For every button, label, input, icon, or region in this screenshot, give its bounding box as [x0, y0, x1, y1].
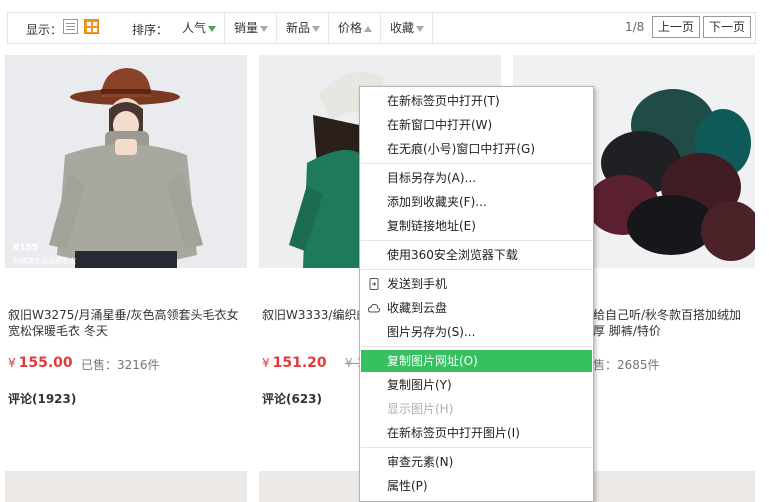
- currency-symbol: ¥: [8, 356, 16, 370]
- review-count[interactable]: 评论(1923): [8, 390, 76, 407]
- review-count[interactable]: 评论(623): [262, 390, 322, 407]
- page-indicator: 1/8: [625, 20, 645, 34]
- sort-new-label: 新品: [286, 21, 311, 35]
- menu-separator: [361, 163, 592, 164]
- prev-page-button[interactable]: 上一页: [652, 16, 701, 38]
- menu-send-to-phone[interactable]: 发送到手机: [361, 273, 592, 295]
- menu-separator: [361, 269, 592, 270]
- phone-icon: [369, 278, 379, 290]
- price-value: 151.20: [272, 355, 327, 371]
- sort-arrow-down-icon: [312, 25, 321, 32]
- sort-popularity[interactable]: 人气: [174, 13, 226, 43]
- currency-symbol: ¥: [262, 356, 270, 370]
- product-listing-page: 显示： 排序： 人气 销量 新品 价格 收藏 1/8 上一页 下一页 ¥155 …: [0, 0, 769, 502]
- menu-inspect-element[interactable]: 审查元素(N): [361, 451, 592, 473]
- sort-arrow-down-icon: [416, 25, 425, 32]
- next-page-button[interactable]: 下一页: [703, 16, 752, 38]
- image-caption: 如偶遇也请记得毛衣: [13, 257, 76, 265]
- menu-open-incognito[interactable]: 在无痕(小号)窗口中打开(G): [361, 138, 592, 160]
- sort-new[interactable]: 新品: [278, 13, 330, 43]
- list-view-icon[interactable]: [63, 19, 78, 34]
- sort-label: 排序：: [132, 23, 169, 37]
- sort-favorites[interactable]: 收藏: [382, 13, 434, 43]
- menu-add-to-favorites[interactable]: 添加到收藏夹(F)...: [361, 191, 592, 213]
- menu-separator: [361, 447, 592, 448]
- menu-open-new-tab[interactable]: 在新标签页中打开(T): [361, 90, 592, 112]
- sold-count: 售：2685件: [593, 358, 660, 372]
- product-title[interactable]: 给自己听/秋冬款百搭加绒加厚 脚裤/特价: [593, 307, 753, 339]
- sort-price[interactable]: 价格: [330, 13, 382, 43]
- menu-separator: [361, 346, 592, 347]
- menu-save-to-cloud[interactable]: 收藏到云盘: [361, 297, 592, 319]
- sort-arrow-up-icon: [364, 25, 373, 32]
- product-price: ¥155.00: [8, 355, 73, 371]
- grid-view-icon[interactable]: [84, 19, 99, 34]
- sold-count: 已售：3216件: [81, 358, 160, 372]
- cloud-icon: [368, 303, 380, 313]
- sort-popularity-label: 人气: [182, 21, 207, 35]
- image-price-tag: ¥155: [13, 243, 39, 253]
- product-price: ¥151.20: [262, 355, 327, 371]
- menu-properties[interactable]: 属性(P): [361, 475, 592, 497]
- menu-save-image-as[interactable]: 图片另存为(S)...: [361, 321, 592, 343]
- product-image-partial[interactable]: [5, 471, 247, 502]
- display-label: 显示：: [26, 23, 63, 37]
- product-card[interactable]: ¥155 如偶遇也请记得毛衣 叙旧W3275/月涌星垂/灰色高领套头毛衣女宽松保…: [5, 55, 247, 415]
- sort-sales-label: 销量: [234, 21, 259, 35]
- menu-open-new-window[interactable]: 在新窗口中打开(W): [361, 114, 592, 136]
- menu-open-image-new-tab[interactable]: 在新标签页中打开图片(I): [361, 422, 592, 444]
- menu-copy-link[interactable]: 复制链接地址(E): [361, 215, 592, 237]
- menu-save-to-cloud-label: 收藏到云盘: [387, 301, 448, 315]
- menu-download-360[interactable]: 使用360安全浏览器下载: [361, 244, 592, 266]
- product-image[interactable]: ¥155 如偶遇也请记得毛衣: [5, 55, 247, 268]
- sort-arrow-down-icon: [208, 25, 217, 32]
- sort-toolbar: 显示： 排序： 人气 销量 新品 价格 收藏 1/8 上一页 下一页: [7, 12, 756, 44]
- context-menu: 在新标签页中打开(T) 在新窗口中打开(W) 在无痕(小号)窗口中打开(G) 目…: [359, 86, 594, 502]
- price-value: 155.00: [18, 355, 73, 371]
- menu-copy-image[interactable]: 复制图片(Y): [361, 374, 592, 396]
- product-title[interactable]: 叙旧W3275/月涌星垂/灰色高领套头毛衣女宽松保暖毛衣 冬天: [8, 307, 244, 339]
- menu-send-to-phone-label: 发送到手机: [387, 277, 448, 291]
- menu-separator: [361, 240, 592, 241]
- sort-favorites-label: 收藏: [390, 21, 415, 35]
- sort-arrow-down-icon: [260, 25, 269, 32]
- sort-price-label: 价格: [338, 21, 363, 35]
- menu-copy-image-url[interactable]: 复制图片网址(O): [361, 350, 592, 372]
- sort-sales[interactable]: 销量: [226, 13, 278, 43]
- menu-show-image[interactable]: 显示图片(H): [361, 398, 592, 420]
- menu-save-target-as[interactable]: 目标另存为(A)...: [361, 167, 592, 189]
